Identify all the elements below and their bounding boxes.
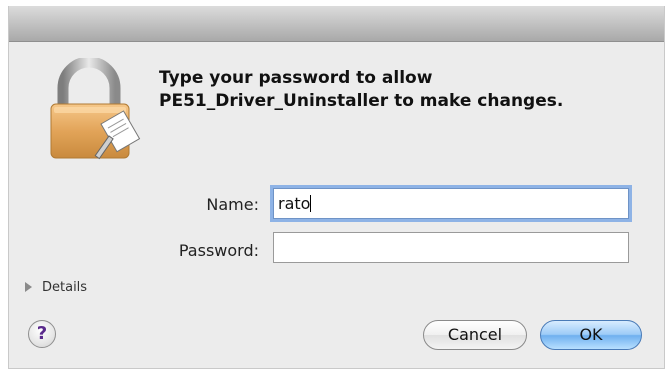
name-field-value: rato (278, 194, 311, 213)
password-field[interactable] (273, 232, 629, 263)
name-field[interactable]: rato (273, 188, 629, 219)
auth-message-line2: PE51_Driver_Uninstaller to make changes. (159, 91, 564, 111)
cancel-button[interactable]: Cancel (423, 320, 527, 350)
auth-message: Type your password to allow PE51_Driver_… (159, 67, 639, 113)
help-button[interactable]: ? (28, 320, 56, 348)
ok-button[interactable]: OK (540, 320, 642, 350)
auth-message-line1: Type your password to allow (159, 68, 433, 88)
text-caret (310, 195, 312, 212)
dialog-titlebar[interactable] (9, 6, 664, 42)
name-label: Name: (206, 195, 259, 214)
details-label: Details (42, 280, 88, 295)
help-icon: ? (36, 323, 48, 344)
lock-icon (49, 56, 141, 162)
disclosure-triangle-icon[interactable] (25, 282, 32, 292)
auth-dialog: Type your password to allow PE51_Driver_… (8, 6, 665, 369)
details-disclosure[interactable]: Details (25, 280, 87, 295)
password-label: Password: (178, 241, 259, 260)
